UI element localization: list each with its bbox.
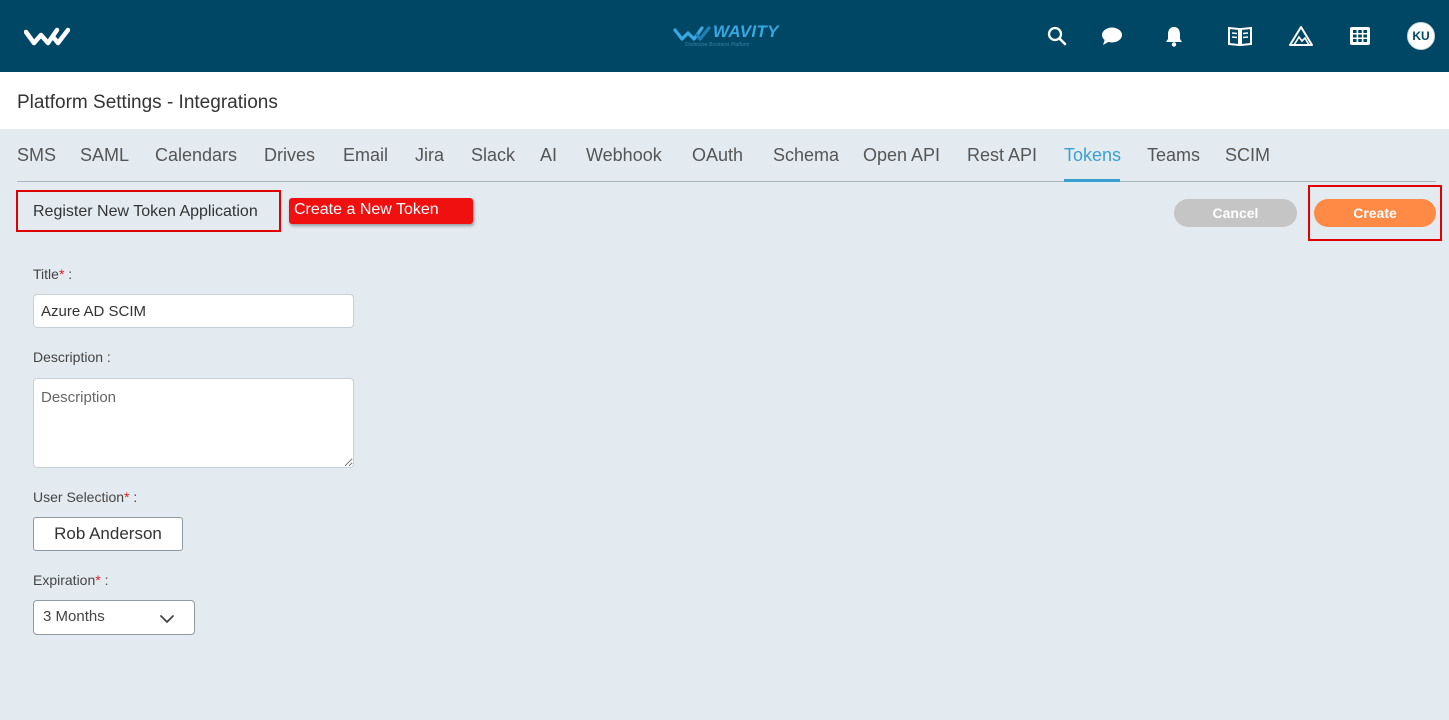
top-bar: WAVITY Distinctive Business Platform KU [0,0,1449,72]
create-button[interactable]: Create [1314,199,1436,227]
user-avatar[interactable]: KU [1407,22,1435,50]
bell-icon[interactable] [1160,22,1188,50]
description-label: Description : [33,349,111,365]
tab-email[interactable]: Email [343,145,388,166]
app-logo-icon[interactable] [24,24,70,48]
tab-ai[interactable]: AI [540,145,557,166]
section-title: Register New Token Application [33,203,258,220]
user-selection-button[interactable]: Rob Anderson [33,517,183,551]
required-mark: * [58,266,65,282]
cancel-button[interactable]: Cancel [1174,199,1297,227]
description-textarea[interactable] [33,378,354,468]
tab-webhook[interactable]: Webhook [586,145,662,166]
active-tab-indicator [1064,179,1120,182]
tab-jira[interactable]: Jira [415,145,444,166]
integration-tabs: SMS SAML Calendars Drives Email Jira Sla… [17,129,1436,182]
tab-drives[interactable]: Drives [264,145,315,166]
tab-tokens[interactable]: Tokens [1064,145,1121,166]
page-title: Platform Settings - Integrations [17,92,278,113]
brand-tagline: Distinctive Business Platform [685,42,750,48]
mountain-icon[interactable] [1287,22,1315,50]
tab-saml[interactable]: SAML [80,145,129,166]
tab-scim[interactable]: SCIM [1225,145,1270,166]
book-icon[interactable] [1226,22,1254,50]
annotation-callout: Create a New Token [289,198,473,224]
brand-mark-icon [673,26,711,41]
grid-icon[interactable] [1346,22,1374,50]
brand-logo: WAVITY Distinctive Business Platform [672,20,782,52]
tab-sms[interactable]: SMS [17,145,56,166]
tab-oauth[interactable]: OAuth [692,145,743,166]
tab-rest-api[interactable]: Rest API [967,145,1037,166]
expiration-label: Expiration* : [33,572,109,588]
brand-name: WAVITY [713,22,779,41]
chat-icon[interactable] [1098,22,1126,50]
tab-teams[interactable]: Teams [1147,145,1200,166]
chevron-down-icon [160,615,174,623]
expiration-select[interactable]: 3 Months [33,600,195,635]
required-mark: * [95,572,101,588]
user-selection-label: User Selection* : [33,489,138,505]
title-label: Title* : [33,266,73,282]
search-icon[interactable] [1043,22,1071,50]
title-input[interactable] [33,294,354,328]
page-header: Platform Settings - Integrations [0,72,1449,129]
tab-calendars[interactable]: Calendars [155,145,237,166]
tab-schema[interactable]: Schema [773,145,839,166]
expiration-value: 3 Months [43,608,105,625]
tab-slack[interactable]: Slack [471,145,515,166]
tab-open-api[interactable]: Open API [863,145,940,166]
required-mark: * [124,489,130,505]
